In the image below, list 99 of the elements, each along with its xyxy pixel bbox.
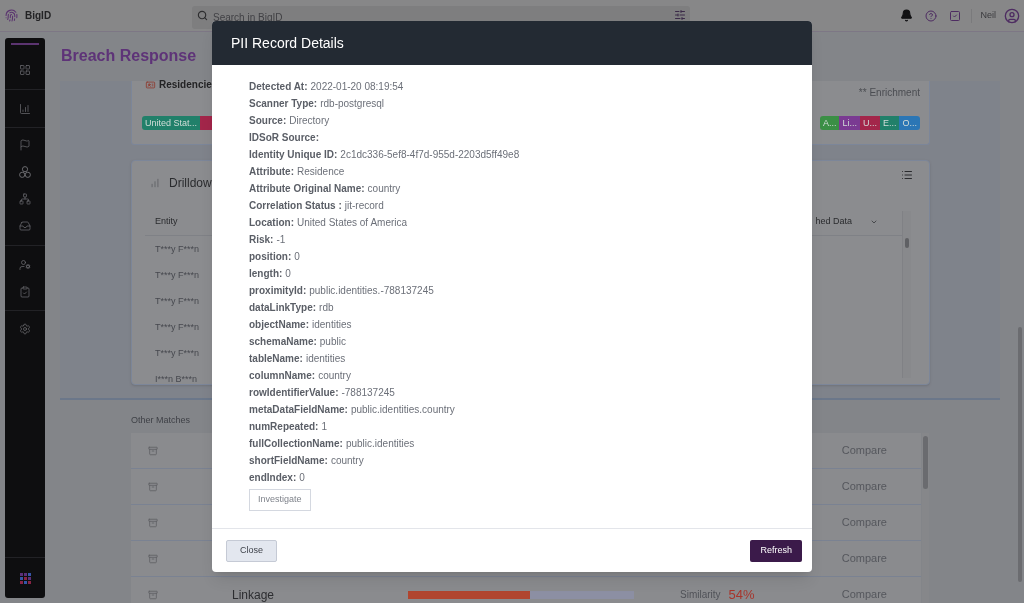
field-label: Identity Unique ID: (249, 148, 338, 162)
card-title: Drilldow (169, 175, 212, 192)
note-text: ** Enrichment (858, 88, 921, 100)
field-label: Risk: (249, 233, 274, 247)
settings-icon[interactable] (19, 323, 31, 335)
field-value: Residence (297, 165, 345, 179)
tag: O... (899, 116, 920, 130)
tag: Li... (839, 116, 860, 130)
field-value: public.identities (345, 437, 415, 451)
field-label: numRepeated: (249, 420, 319, 434)
avatar-icon[interactable] (1004, 7, 1020, 24)
similarity-label: Similarity (680, 589, 721, 600)
column-header[interactable]: hed Data (815, 214, 852, 229)
field-value: public (319, 335, 346, 349)
section-title: Other Matches (131, 415, 191, 425)
tag: A... (819, 116, 840, 130)
card-title: Residencie (159, 80, 212, 90)
field-value: public.identities.country (350, 403, 455, 417)
field-label: tableName: (249, 352, 303, 366)
investigate-button[interactable]: Investigate (249, 489, 311, 511)
grid-icon[interactable] (19, 64, 31, 76)
archive-icon (148, 445, 158, 456)
search-icon (197, 10, 208, 21)
circles-icon[interactable] (19, 166, 31, 178)
bar-chart-icon[interactable] (19, 102, 31, 115)
archive-icon (148, 481, 158, 492)
field-label: Scanner Type: (249, 97, 318, 111)
id-card-icon (145, 80, 156, 90)
field-value: identities (305, 352, 346, 366)
logo-text: BigID (25, 9, 52, 23)
field-value: country (367, 182, 401, 196)
tag: United Stat... (142, 116, 201, 130)
inbox-icon[interactable] (19, 220, 31, 232)
network-icon[interactable] (19, 193, 31, 205)
field-label: Attribute Original Name: (249, 182, 365, 196)
similarity-value: 54% (728, 588, 755, 601)
field-label: Correlation Status : (249, 199, 342, 213)
field-label: Detected At: (249, 80, 308, 94)
field-value: jit-record (344, 199, 384, 213)
field-value: 0 (285, 267, 291, 281)
field-label: IDSoR Source: (249, 131, 319, 145)
field-label: rowIdentifierValue: (249, 386, 339, 400)
field-value: -788137245 (341, 386, 395, 400)
tag: E... (879, 116, 900, 130)
field-value: country (330, 454, 364, 468)
field-value: United States of America (297, 216, 408, 230)
field-label: position: (249, 250, 292, 264)
field-label: endIndex: (249, 471, 297, 485)
match-label: Linkage (232, 588, 276, 601)
user-gear-icon[interactable] (19, 259, 31, 271)
list-icon[interactable] (901, 169, 913, 181)
field-value: country (318, 369, 351, 383)
table-cell: T***y F***n (155, 295, 199, 307)
modal-title: PII Record Details (231, 34, 344, 52)
dots-grid-icon[interactable] (19, 572, 31, 584)
bell-icon[interactable] (900, 9, 914, 22)
table-cell: I***n B***n (155, 373, 198, 385)
field-value: -1 (276, 233, 286, 247)
field-label: proximityId: (249, 284, 307, 298)
field-label: dataLinkType: (249, 301, 317, 315)
sliders-icon[interactable] (674, 9, 686, 21)
field-value: identities (312, 318, 352, 332)
field-value: rdb-postgresql (320, 97, 385, 111)
archive-icon (148, 589, 158, 600)
archive-icon (148, 517, 158, 528)
field-value: rdb (319, 301, 334, 315)
user-name[interactable]: Neil (980, 8, 996, 23)
field-label: Location: (249, 216, 294, 230)
column-header[interactable]: Entity (145, 214, 178, 229)
field-value: Directory (289, 114, 330, 128)
field-value: public.identities.-788137245 (309, 284, 434, 298)
field-label: Attribute: (249, 165, 294, 179)
table-cell: T***y F***n (155, 269, 199, 281)
field-value: 2c1dc336-5ef8-4f7d-955d-2203d5ff49e8 (340, 148, 520, 162)
field-value: 1 (321, 420, 327, 434)
tag: U... (859, 116, 880, 130)
table-cell: T***y F***n (155, 321, 199, 333)
flag-icon[interactable] (19, 139, 31, 151)
field-label: columnName: (249, 369, 316, 383)
field-label: Source: (249, 114, 287, 128)
field-value: 0 (294, 250, 300, 264)
field-label: metaDataFieldName: (249, 403, 348, 417)
table-cell: T***y F***n (155, 347, 199, 359)
field-label: length: (249, 267, 283, 281)
field-label: objectName: (249, 318, 309, 332)
help-icon[interactable] (925, 9, 938, 22)
checklist-icon[interactable] (949, 9, 962, 22)
fingerprint-logo-icon (5, 9, 18, 22)
field-label: shortFieldName: (249, 454, 328, 468)
field-label: fullCollectionName: (249, 437, 343, 451)
field-value: 2022-01-20 08:19:54 (310, 80, 404, 94)
clipboard-icon[interactable] (19, 286, 31, 298)
field-value: 0 (299, 471, 305, 485)
table-cell: T***y F***n (155, 243, 199, 255)
close-button[interactable]: Close (226, 539, 277, 562)
archive-icon (148, 553, 158, 564)
field-label: schemaName: (249, 335, 317, 349)
page-title: Breach Response (61, 46, 197, 66)
refresh-button[interactable]: Refresh (750, 539, 802, 562)
